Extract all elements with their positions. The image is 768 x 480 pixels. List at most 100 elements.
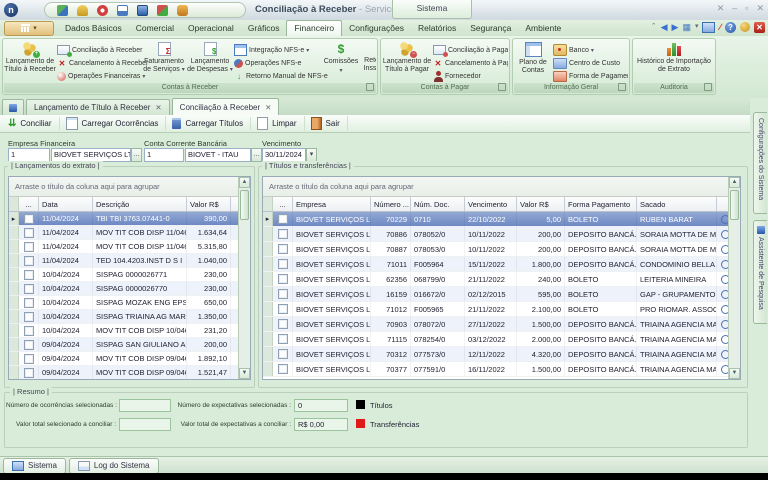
menu-financeiro[interactable]: Financeiro [286, 20, 342, 36]
checkbox-cell[interactable] [273, 287, 293, 301]
menu-relatorios[interactable]: Relatórios [411, 21, 463, 35]
checkbox[interactable] [24, 340, 34, 350]
lancamento-despesas-button[interactable]: Lançamento de Despesas ▾ [187, 40, 233, 83]
checkbox-cell[interactable] [273, 317, 293, 331]
table-row[interactable]: 09/04/2024SISPAG SAN GIULIANO ADM200,00 [9, 338, 250, 352]
checkbox-cell[interactable] [19, 352, 39, 365]
operacoes-nfse-button[interactable]: Operações NFS-e [234, 57, 322, 69]
checkbox[interactable] [278, 259, 288, 269]
checkbox[interactable] [24, 298, 34, 308]
checkbox-cell[interactable] [19, 226, 39, 239]
team-icon[interactable] [157, 5, 168, 16]
checkbox[interactable] [278, 334, 288, 344]
table-row[interactable]: BIOVET SERVIÇOS LT...71012F00596521/11/2… [263, 302, 740, 317]
checkbox[interactable] [278, 364, 288, 374]
file-menu-button[interactable]: ▾ [4, 21, 54, 36]
users-icon[interactable] [57, 5, 68, 16]
table-row[interactable]: BIOVET SERVIÇOS LT...70886078052/010/11/… [263, 227, 740, 242]
close-icon[interactable]: ✕ [265, 103, 271, 112]
checkbox[interactable] [24, 284, 34, 294]
vencimento-field[interactable]: 30/11/2024 [262, 148, 306, 162]
checkbox-cell[interactable] [273, 332, 293, 346]
home-mini-tab[interactable] [2, 99, 24, 115]
table-row[interactable]: 10/04/2024SISPAG 0000026770230,00 [9, 282, 250, 296]
empresa-lookup-button[interactable]: … [131, 148, 142, 162]
minimize-icon[interactable]: – [732, 3, 737, 14]
checkbox[interactable] [278, 319, 288, 329]
table-row[interactable]: BIOVET SERVIÇOS LT...71011F00596415/11/2… [263, 257, 740, 272]
assistente-pesquisa-vtab[interactable]: Assistente de Pesquisa [753, 220, 767, 324]
menu-operacional[interactable]: Operacional [181, 21, 241, 35]
table-row[interactable]: BIOVET SERVIÇOS LT...70312077573/012/11/… [263, 347, 740, 362]
header-select[interactable]: ... [273, 197, 293, 211]
menu-dados-basicos[interactable]: Dados Básicos [58, 21, 129, 35]
back-icon[interactable]: ◀ [661, 21, 668, 33]
checkbox-cell[interactable] [19, 296, 39, 309]
checkbox-cell[interactable] [273, 362, 293, 376]
forma-pagamento-button[interactable]: Forma de Pagamento [553, 70, 628, 82]
scroll-down-icon[interactable]: ▼ [729, 368, 740, 379]
historico-importacao-extrato-button[interactable]: Histórico de Importação de Extrato [634, 40, 714, 83]
centro-custo-button[interactable]: Centro de Custo [553, 57, 628, 69]
checkbox-cell[interactable] [19, 338, 39, 351]
limpar-button[interactable]: Limpar [253, 116, 304, 131]
faturamento-servicos-button[interactable]: Faturamento de Serviços ▾ [142, 40, 186, 83]
table-row[interactable]: 10/04/2024SISPAG 0000026771230,00 [9, 268, 250, 282]
table-row[interactable]: 11/04/2024MOV TIT COB DISP 11/0465.315,8… [9, 240, 250, 254]
checkbox[interactable] [24, 214, 34, 224]
lancamento-titulo-pagar-button[interactable]: Lançamento de Título à Pagar [382, 40, 432, 83]
table-row[interactable]: 11/04/2024TED 104.4203.INST D S I1.040,0… [9, 254, 250, 268]
checkbox[interactable] [24, 312, 34, 322]
dialog-launcher-icon[interactable] [618, 83, 626, 91]
header-empresa[interactable]: Empresa [293, 197, 371, 211]
tab-lancamento-titulo-receber[interactable]: Lançamento de Título à Receber ✕ [26, 99, 170, 115]
checkbox-cell[interactable] [273, 347, 293, 361]
dialog-launcher-icon[interactable] [704, 83, 712, 91]
header-descricao[interactable]: Descrição [93, 197, 187, 211]
checkbox-cell[interactable] [19, 282, 39, 295]
checkbox[interactable] [278, 244, 288, 254]
checkbox[interactable] [24, 326, 34, 336]
tab-sistema[interactable]: Sistema [3, 458, 66, 474]
restore-icon[interactable]: ▫ [745, 3, 748, 14]
chevron-down-icon[interactable]: ▾ [695, 21, 699, 33]
menu-configuracoes[interactable]: Configurações [342, 21, 411, 35]
header-vencimento[interactable]: Vencimento [465, 197, 517, 211]
checkbox[interactable] [24, 270, 34, 280]
checkbox-cell[interactable] [19, 240, 39, 253]
checkbox-cell[interactable] [273, 302, 293, 316]
checkbox-cell[interactable] [19, 310, 39, 323]
retorno-manual-nfse-button[interactable]: Retorno Manual de NFS-e [234, 70, 322, 82]
header-select[interactable]: ... [19, 197, 39, 211]
integracao-nfse-button[interactable]: Integração NFS-e▾ [234, 44, 322, 56]
cancelamento-pagar-button[interactable]: Cancelamento à Pagar [433, 57, 508, 69]
table-row[interactable]: ▸BIOVET SERVIÇOS LT...70229071022/10/202… [263, 212, 740, 227]
checkbox-cell[interactable] [19, 212, 39, 225]
table-row[interactable]: BIOVET SERVIÇOS LT...16159016672/002/12/… [263, 287, 740, 302]
conta-code-field[interactable]: 1 [144, 148, 184, 162]
comissoes-button[interactable]: Comissões ▾ [323, 40, 359, 83]
monitor-icon[interactable] [137, 5, 148, 16]
checkbox[interactable] [278, 349, 288, 359]
tab-log-do-sistema[interactable]: Log do Sistema [69, 458, 159, 474]
table-row[interactable]: 10/04/2024MOV TIT COB DISP 10/046231,20 [9, 324, 250, 338]
carregar-ocorrencias-button[interactable]: Carregar Ocorrências [62, 116, 167, 131]
user-icon[interactable] [740, 22, 750, 32]
scroll-up-icon[interactable]: ▲ [239, 177, 250, 188]
dialog-launcher-icon[interactable] [366, 83, 374, 91]
table-row[interactable]: 09/04/2024MOV TIT COB DISP 09/0461.892,1… [9, 352, 250, 366]
checkbox[interactable] [278, 229, 288, 239]
window-switch-icon[interactable]: ▦ [682, 21, 691, 33]
header-numero[interactable]: Número ... [371, 197, 411, 211]
checkbox-cell[interactable] [19, 324, 39, 337]
header-sacado[interactable]: Sacado [637, 197, 717, 211]
header-forma-pagamento[interactable]: Forma Pagamento [565, 197, 637, 211]
checkbox-cell[interactable] [273, 242, 293, 256]
scroll-down-icon[interactable]: ▼ [239, 368, 250, 379]
lock-icon[interactable] [177, 5, 188, 16]
clock-icon[interactable] [97, 5, 108, 16]
checkbox[interactable] [24, 242, 34, 252]
table-row[interactable]: BIOVET SERVIÇOS LT...71115078254/003/12/… [263, 332, 740, 347]
fornecedor-button[interactable]: Fornecedor [433, 70, 508, 82]
collapse-ribbon-icon[interactable]: ⌃ [651, 21, 657, 33]
